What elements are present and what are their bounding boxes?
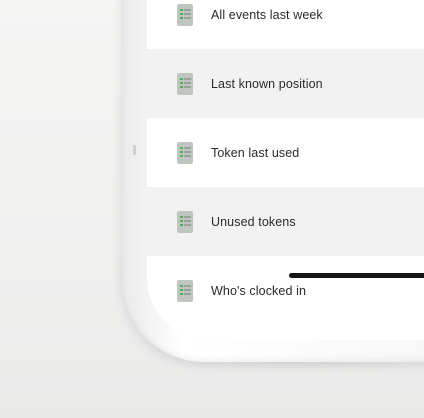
document-icon xyxy=(177,279,193,302)
list-item-unused-tokens[interactable]: Unused tokens xyxy=(147,187,424,256)
document-icon xyxy=(177,210,193,233)
list-item-whos-clocked-in[interactable]: Who's clocked in xyxy=(147,256,424,325)
document-icon xyxy=(177,141,193,164)
home-indicator[interactable] xyxy=(289,273,424,278)
product-photo-scene: All events last week Last known position… xyxy=(0,0,424,418)
list-item-label: Who's clocked in xyxy=(211,283,306,298)
list-item-label: All events last week xyxy=(211,7,323,22)
list-item-token-last-used[interactable]: Token last used xyxy=(147,118,424,187)
list-item-label: Last known position xyxy=(211,76,323,91)
phone-side-button xyxy=(133,145,136,155)
document-icon xyxy=(177,72,193,95)
phone-screen: All events last week Last known position… xyxy=(147,0,424,340)
list-item-label: Token last used xyxy=(211,145,300,160)
list-item-last-known-position[interactable]: Last known position xyxy=(147,49,424,118)
list-item-all-events-last-week[interactable]: All events last week xyxy=(147,0,424,49)
document-icon xyxy=(177,3,193,26)
list-item-label: Unused tokens xyxy=(211,214,296,229)
